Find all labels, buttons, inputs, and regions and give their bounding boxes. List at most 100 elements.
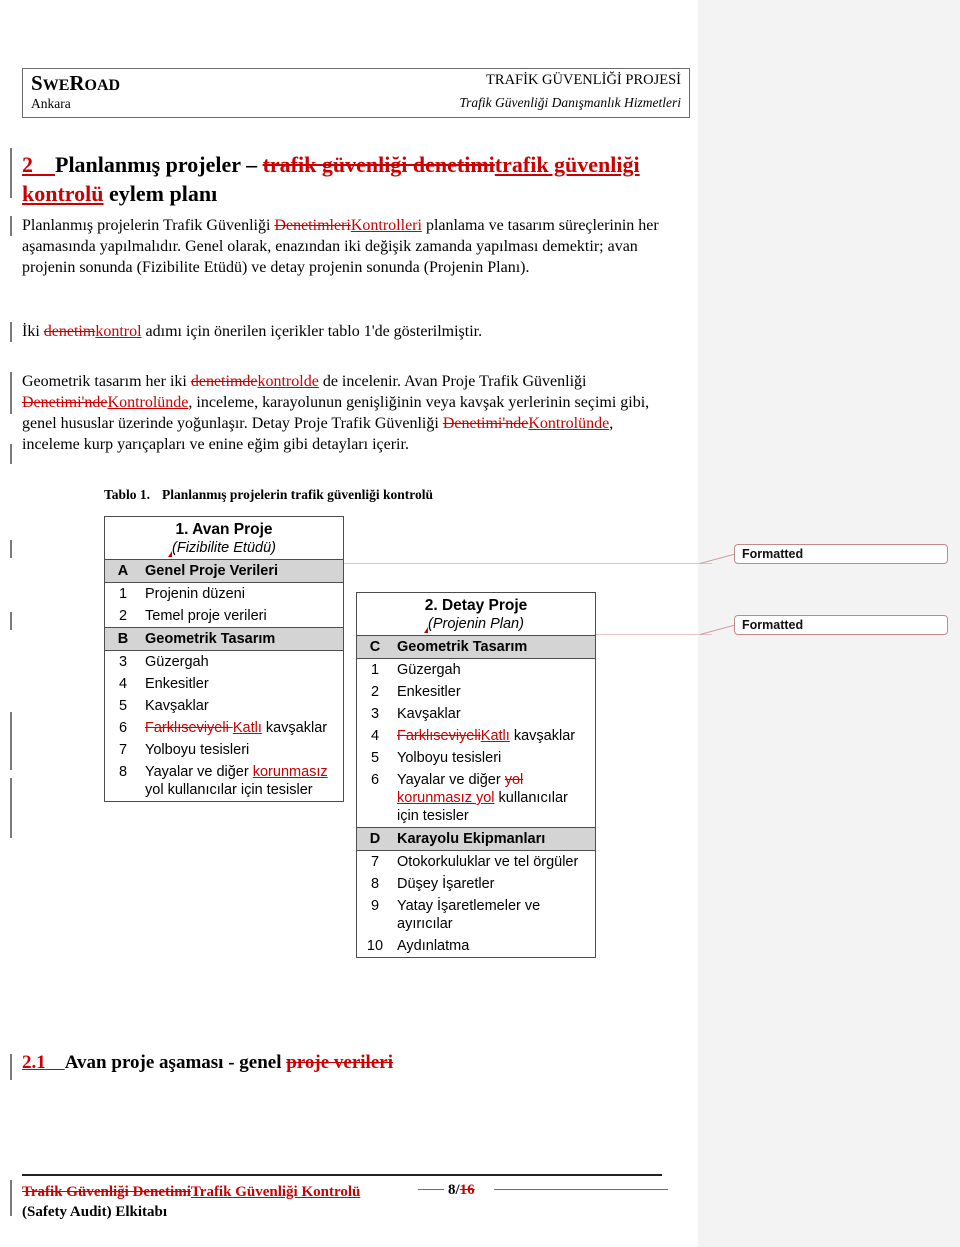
iki-deleted: denetim: [43, 323, 96, 340]
company-city: Ankara: [31, 96, 71, 111]
project-subtitle: Trafik Güvenliği Danışmanlık Hizmetleri: [459, 95, 681, 110]
heading-21-deleted: proje verileri: [286, 1052, 393, 1073]
avan-row-label: Kavşaklar: [145, 698, 209, 714]
iki-part2: adımı için önerilen içerikler tablo 1'de…: [141, 323, 483, 340]
avan-row-label: Genel Proje Verileri: [140, 559, 343, 583]
geom-deleted-2: Denetimi'nde: [22, 394, 108, 411]
avan-row-index: 6: [118, 720, 128, 736]
detay-row-index: 5: [370, 750, 380, 766]
intro-part1: Planlanmış projelerin Trafik Güvenliği: [22, 217, 275, 234]
detay-row-label: Düşey İşaretler: [397, 876, 495, 892]
avan-group-row: A Genel Proje Verileri: [105, 559, 343, 583]
change-bar-table1: [10, 540, 12, 558]
table-row: 3 Kavşaklar: [357, 703, 595, 725]
detay-row-label: Yayalar ve diğer yol korunmasız yol kull…: [392, 769, 595, 828]
avan-row-label: Yayalar ve diğer korunmasız yol kullanıc…: [140, 761, 343, 801]
company-logo-text: SWEROAD: [31, 71, 120, 96]
project-title: TRAFİK GÜVENLİĞİ PROJESİ: [486, 72, 681, 88]
change-bar-footer: [10, 1180, 12, 1216]
table-avan-title-line2: (Fizibilite Etüdü): [172, 540, 276, 556]
heading-2-text-before: Planlanmış projeler –: [55, 152, 263, 177]
avan-plain-after: yol kullanıcılar için tesisler: [145, 782, 313, 798]
heading-2-text-after: eylem planı: [103, 181, 218, 206]
footer-page-dash-left: [418, 1189, 444, 1190]
iki-part1: İki: [22, 323, 44, 340]
heading-section-2: 2 Planlanmış projeler – trafik güvenliği…: [22, 150, 662, 208]
paragraph-geometrik-tasarim: Geometrik tasarım her iki denetimdekontr…: [22, 371, 662, 455]
change-bar-table2: [10, 612, 12, 630]
document-header-box: SWEROAD Ankara TRAFİK GÜVENLİĞİ PROJESİ …: [22, 68, 690, 118]
change-bar-heading2: [10, 148, 12, 198]
table-row: 4 FarklıseviyeliKatlı kavşaklar: [357, 725, 595, 747]
table-caption: Tablo 1. Planlanmış projelerin trafik güv…: [104, 487, 433, 503]
detay-row-label: Yolboyu tesisleri: [397, 750, 502, 766]
detay-plain-text: kavşaklar: [509, 728, 576, 744]
company-name: SWEROAD: [31, 71, 121, 95]
table-row: 7 Yolboyu tesisleri: [105, 739, 343, 761]
page-total-deleted: 16: [459, 1182, 475, 1198]
table-row: 3 Güzergah: [105, 651, 343, 674]
page-current: 8/: [448, 1182, 460, 1198]
table-avan-title-row: 1. Avan Proje (Fizibilite Etüdü): [105, 517, 343, 560]
detay-row-index: D: [357, 827, 392, 851]
heading-section-2-1: 2.1 Avan proje aşaması - genel proje ver…: [22, 1052, 662, 1074]
formatted-callout-1-label: Formatted: [742, 547, 804, 561]
avan-row-index: 5: [118, 698, 128, 714]
detay-row-label: FarklıseviyeliKatlı kavşaklar: [392, 725, 595, 747]
avan-row-label: Güzergah: [145, 654, 209, 670]
detay-row-index: 3: [370, 706, 380, 722]
avan-row-label: Geometrik Tasarım: [140, 627, 343, 651]
formatted-callout-1[interactable]: Formatted: [734, 544, 948, 564]
footer-title-block: Trafik Güvenliği DenetimiTrafik Güvenliğ…: [22, 1182, 360, 1222]
footer-subtitle: (Safety Audit) Elkitabı: [22, 1204, 168, 1220]
detay-row-index: 4: [370, 728, 380, 744]
detay-row-index: 7: [370, 854, 380, 870]
avan-row-label: Temel proje verileri: [145, 608, 267, 624]
avan-deleted-text: Farklıseviyeli: [145, 720, 233, 736]
table-row: 8 Yayalar ve diğer korunmasız yol kullanı…: [105, 761, 343, 801]
heading-2-number: 2: [22, 152, 33, 177]
table-row: 5 Yolboyu tesisleri: [357, 747, 595, 769]
detay-plain-before: Yayalar ve diğer: [397, 772, 505, 788]
detay-row-label: Kavşaklar: [397, 706, 461, 722]
change-bar-intro: [10, 216, 12, 236]
table-avan-proje: 1. Avan Proje (Fizibilite Etüdü) A Genel …: [104, 516, 344, 802]
avan-plain-text: kavşaklar: [261, 720, 328, 736]
heading-21-number: 2.1: [22, 1052, 46, 1073]
change-bar-iki: [10, 322, 12, 342]
detay-row-label: Yatay İşaretlemeler ve ayırıcılar: [397, 898, 541, 932]
avan-inserted-text: korunmasız: [252, 764, 328, 780]
callout-leader-elbow-1: [699, 553, 737, 564]
detay-row-index: 1: [370, 662, 380, 678]
table-row: 8 Düşey İşaretler: [357, 873, 595, 895]
detay-deleted-text: yol: [504, 772, 524, 788]
detay-group-row: D Karayolu Ekipmanları: [357, 827, 595, 851]
avan-row-label: Farklıseviyeli Katlı kavşaklar: [140, 717, 343, 739]
table-row: 2 Enkesitler: [357, 681, 595, 703]
table-row: 6 Farklıseviyeli Katlı kavşaklar: [105, 717, 343, 739]
geom-deleted-1: denetimde: [190, 373, 258, 390]
detay-row-label: Enkesitler: [397, 684, 461, 700]
avan-group-row: B Geometrik Tasarım: [105, 627, 343, 651]
formatted-callout-2-label: Formatted: [742, 618, 804, 632]
avan-row-index: 7: [118, 742, 128, 758]
change-bar-geom-b: [10, 444, 12, 464]
detay-row-label: Karayolu Ekipmanları: [392, 827, 595, 851]
table-row: 7 Otokorkuluklar ve tel örgüler: [357, 851, 595, 874]
change-bar-geom-a: [10, 372, 12, 414]
change-bar-table-rows-a: [10, 712, 12, 770]
detay-inserted-text: Katlı: [480, 728, 510, 744]
avan-row-index: 8: [118, 764, 128, 780]
table-row: 4 Enkesitler: [105, 673, 343, 695]
change-bar-heading21: [10, 1054, 12, 1080]
detay-row-index: 2: [370, 684, 380, 700]
detay-row-label: Güzergah: [397, 662, 461, 678]
detay-row-label: Geometrik Tasarım: [392, 635, 595, 659]
detay-row-index: 10: [366, 938, 384, 954]
geom-inserted-1: kontrolde: [257, 373, 319, 390]
avan-row-index: 4: [118, 676, 128, 692]
detay-inserted-text: korunmasız yol: [397, 790, 495, 806]
intro-inserted: Kontrolleri: [350, 217, 422, 234]
paragraph-intro: Planlanmış projelerin Trafik Güvenliği D…: [22, 215, 662, 278]
formatted-callout-2[interactable]: Formatted: [734, 615, 948, 635]
